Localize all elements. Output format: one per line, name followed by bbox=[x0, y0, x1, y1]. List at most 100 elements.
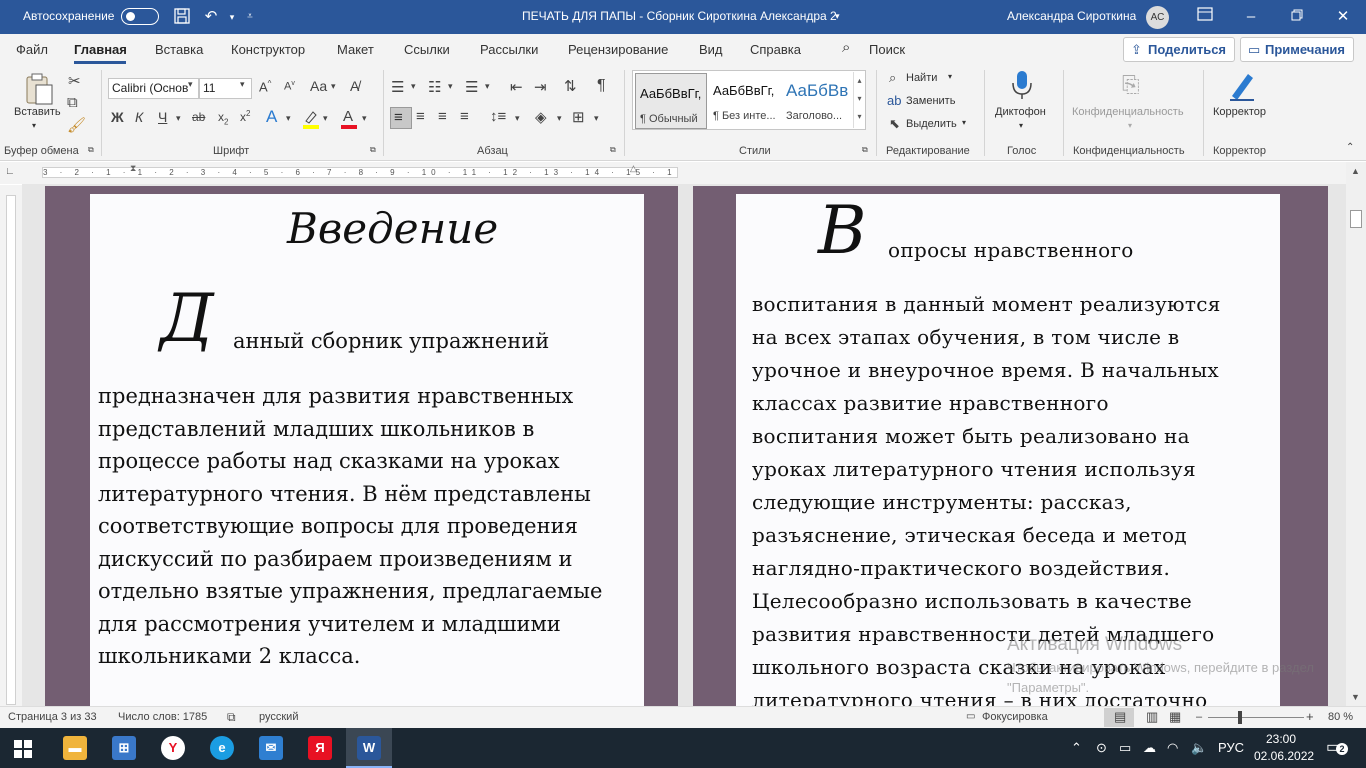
select-icon[interactable]: ⬉ bbox=[889, 116, 900, 132]
multilevel-dropdown-icon[interactable]: ▾ bbox=[485, 81, 490, 92]
tab-home[interactable]: Главная bbox=[74, 42, 127, 57]
sort-icon[interactable]: ⇅ bbox=[564, 77, 577, 95]
mail-icon[interactable]: ✉ bbox=[259, 736, 283, 760]
right-indent-marker-icon[interactable]: △ bbox=[630, 163, 637, 174]
volume-icon[interactable]: 🔈 bbox=[1191, 740, 1207, 756]
page-counter[interactable]: Страница 3 из 33 bbox=[8, 711, 97, 723]
undo-dropdown-icon[interactable]: ▾ bbox=[222, 7, 242, 27]
editor-icon[interactable] bbox=[1228, 70, 1256, 102]
undo-icon[interactable]: ↶ bbox=[201, 7, 221, 27]
document-title[interactable]: ПЕЧАТЬ ДЛЯ ПАПЫ - Сборник Сироткина Алек… bbox=[522, 9, 837, 23]
increase-indent-icon[interactable]: ⇥ bbox=[534, 78, 547, 96]
justify-icon[interactable]: ≡ bbox=[460, 108, 469, 125]
select-dropdown-icon[interactable]: ▾ bbox=[962, 118, 966, 127]
styles-scroll[interactable]: ▴ ▾ ▾ bbox=[853, 72, 865, 128]
style-normal[interactable]: АаБбВвГг, ¶ Обычный bbox=[635, 73, 707, 129]
text-effects-icon[interactable]: A bbox=[266, 107, 277, 127]
borders-dropdown-icon[interactable]: ▾ bbox=[594, 113, 599, 124]
cut-icon[interactable]: ✂ bbox=[68, 72, 81, 90]
tab-layout[interactable]: Макет bbox=[337, 42, 374, 57]
microphone-icon[interactable] bbox=[1010, 70, 1034, 100]
print-layout-button[interactable]: ▤ bbox=[1104, 708, 1134, 727]
search-icon[interactable]: ⌕ bbox=[842, 39, 850, 56]
find-button[interactable]: Найти bbox=[906, 72, 937, 84]
vertical-scrollbar[interactable]: ▲ ▼ bbox=[1346, 162, 1366, 706]
minimize-icon[interactable]: – bbox=[1241, 7, 1261, 27]
bold-button[interactable]: Ж bbox=[111, 109, 124, 125]
collapse-ribbon-icon[interactable]: ⌃ bbox=[1346, 142, 1354, 153]
tab-mailings[interactable]: Рассылки bbox=[480, 42, 538, 57]
proofing-icon[interactable]: ⧉ bbox=[227, 710, 236, 725]
tab-review[interactable]: Рецензирование bbox=[568, 42, 668, 57]
onedrive-icon[interactable]: ☁ bbox=[1143, 740, 1156, 756]
tab-design[interactable]: Конструктор bbox=[231, 42, 305, 57]
align-center-icon[interactable]: ≡ bbox=[416, 108, 425, 125]
page-right[interactable]: В опросы нравственного воспитания в данн… bbox=[736, 192, 1280, 712]
read-mode-icon[interactable]: ▥ bbox=[1146, 709, 1158, 725]
page-left[interactable]: Введение Д анный сборник упражнений пред… bbox=[90, 194, 644, 706]
font-name-select[interactable]: Calibri (Основ bbox=[108, 78, 199, 99]
shading-icon[interactable]: ◈ bbox=[535, 108, 547, 126]
zoom-slider-thumb[interactable] bbox=[1238, 711, 1242, 724]
paste-icon[interactable] bbox=[22, 72, 56, 108]
word-taskbar-button[interactable]: W bbox=[346, 728, 392, 768]
ribbon-display-icon[interactable] bbox=[1195, 7, 1215, 27]
decrease-indent-icon[interactable]: ⇤ bbox=[510, 78, 523, 96]
clipboard-launcher-icon[interactable]: ⧉ bbox=[88, 145, 94, 155]
text-effects-dropdown-icon[interactable]: ▾ bbox=[286, 113, 291, 124]
superscript-icon[interactable]: x2 bbox=[240, 109, 250, 124]
underline-dropdown-icon[interactable]: ▾ bbox=[176, 113, 181, 124]
focus-mode[interactable]: Фокусировка bbox=[982, 711, 1048, 723]
document-area[interactable]: Введение Д анный сборник упражнений пред… bbox=[22, 184, 1346, 712]
align-right-icon[interactable]: ≡ bbox=[438, 108, 447, 125]
windows-start-icon[interactable] bbox=[14, 740, 32, 758]
dictate-button[interactable]: Диктофон bbox=[995, 106, 1046, 118]
find-icon[interactable]: ⌕ bbox=[889, 70, 896, 86]
zoom-slider-track[interactable] bbox=[1208, 717, 1304, 718]
edge-icon[interactable]: e bbox=[210, 736, 234, 760]
style-heading1[interactable]: АаБбВв Заголово... bbox=[782, 71, 854, 129]
find-dropdown-icon[interactable]: ▾ bbox=[948, 72, 952, 81]
zoom-out-icon[interactable]: – bbox=[1196, 711, 1202, 723]
font-color-icon[interactable]: A bbox=[340, 108, 358, 130]
title-dropdown-icon[interactable]: ▾ bbox=[835, 11, 840, 22]
multilevel-list-icon[interactable]: ☰ bbox=[465, 78, 478, 96]
clear-formatting-icon[interactable]: A̸ bbox=[350, 78, 359, 94]
replace-button[interactable]: Заменить bbox=[906, 95, 955, 107]
tray-expand-icon[interactable]: ⌃ bbox=[1071, 740, 1082, 756]
language-status[interactable]: русский bbox=[259, 711, 298, 723]
tab-selector-icon[interactable]: ∟ bbox=[5, 166, 15, 177]
yandex-browser-icon[interactable]: Y bbox=[161, 736, 185, 760]
select-button[interactable]: Выделить bbox=[906, 118, 957, 130]
save-icon[interactable] bbox=[172, 7, 192, 27]
focus-icon[interactable]: ▭ bbox=[966, 711, 975, 722]
tab-references[interactable]: Ссылки bbox=[404, 42, 450, 57]
shading-dropdown-icon[interactable]: ▾ bbox=[557, 113, 562, 124]
editor-button[interactable]: Корректор bbox=[1213, 106, 1266, 118]
paste-button[interactable]: Вставить bbox=[14, 106, 61, 118]
change-case-icon[interactable]: Aa bbox=[310, 78, 327, 94]
format-painter-icon[interactable]: 🖌 bbox=[67, 116, 86, 134]
numbering-dropdown-icon[interactable]: ▾ bbox=[448, 81, 453, 92]
highlight-icon[interactable] bbox=[302, 109, 320, 129]
strikethrough-icon[interactable]: ab bbox=[192, 110, 205, 124]
styles-launcher-icon[interactable]: ⧉ bbox=[862, 145, 868, 155]
indent-marker-icon[interactable]: ⧗ bbox=[130, 163, 136, 174]
copy-icon[interactable]: ⧉ bbox=[67, 94, 78, 111]
autosave-toggle[interactable] bbox=[121, 8, 159, 25]
borders-icon[interactable]: ⊞ bbox=[572, 108, 585, 126]
share-button[interactable]: ⇪ Поделиться bbox=[1123, 37, 1236, 62]
store-icon[interactable]: ⊞ bbox=[112, 736, 136, 760]
web-layout-icon[interactable]: ▦ bbox=[1169, 709, 1181, 725]
dictate-dropdown-icon[interactable]: ▾ bbox=[1019, 121, 1023, 130]
bullets-dropdown-icon[interactable]: ▾ bbox=[411, 81, 416, 92]
grow-font-icon[interactable]: A^ bbox=[259, 79, 271, 94]
restore-icon[interactable] bbox=[1287, 7, 1307, 27]
customize-toolbar-icon[interactable]: ⩡ bbox=[240, 7, 260, 27]
font-name-dropdown-icon[interactable]: ▾ bbox=[188, 79, 193, 90]
numbering-icon[interactable]: ☷ bbox=[428, 78, 441, 96]
scroll-up-icon[interactable]: ▲ bbox=[1351, 166, 1360, 176]
network-icon[interactable]: ◠ bbox=[1167, 740, 1178, 756]
close-icon[interactable]: ✕ bbox=[1333, 7, 1353, 27]
zoom-in-icon[interactable]: + bbox=[1306, 709, 1314, 724]
